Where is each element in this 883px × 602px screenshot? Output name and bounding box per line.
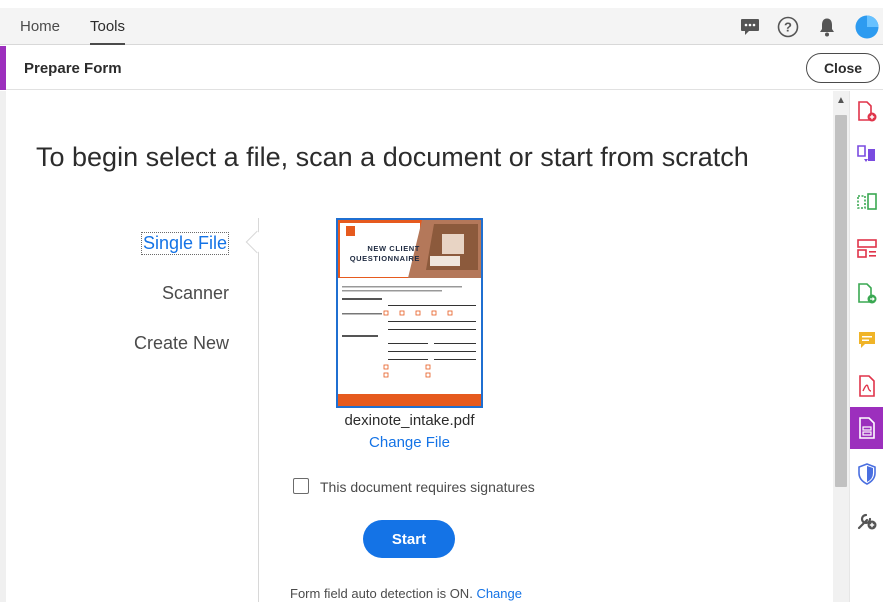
prepare-form-icon[interactable] (850, 407, 883, 449)
auto-detection-text: Form field auto detection is ON. (290, 586, 473, 601)
vertical-scrollbar[interactable]: ▲ (833, 91, 849, 602)
tool-header: Prepare Form Close (0, 46, 883, 90)
tool-title: Prepare Form (24, 60, 122, 77)
auto-detection-note: Form field auto detection is ON. Change (290, 586, 522, 601)
option-create-new[interactable]: Create New (134, 333, 229, 354)
account-avatar[interactable] (855, 15, 879, 39)
file-thumbnail[interactable]: NEW CLIENT QUESTIONNAIRE (336, 218, 483, 408)
thumbnail-heading-line1: NEW CLIENT (367, 244, 420, 253)
scroll-up-arrow-icon[interactable]: ▲ (833, 93, 849, 107)
thumbnail-heading-line2: QUESTIONNAIRE (349, 254, 420, 263)
organize-pages-icon[interactable] (850, 185, 883, 219)
file-name: dexinote_intake.pdf (344, 412, 475, 429)
left-edge-strip (0, 91, 6, 602)
tool-accent-bar (0, 46, 6, 90)
page-headline: To begin select a file, scan a document … (36, 142, 749, 172)
tools-rail (849, 91, 883, 602)
more-tools-icon[interactable] (850, 503, 883, 537)
create-pdf-icon[interactable] (850, 95, 883, 129)
signatures-label: This document requires signatures (320, 479, 535, 495)
top-nav-bar: Home Tools ? (0, 8, 883, 45)
help-icon[interactable]: ? (776, 15, 800, 39)
export-pdf-icon[interactable] (850, 277, 883, 311)
option-scanner[interactable]: Scanner (162, 283, 229, 304)
tab-home[interactable]: Home (20, 18, 60, 35)
adobe-pdf-icon[interactable] (850, 369, 883, 403)
acrobat-window: Home Tools ? Prepare Form Close To begin… (0, 0, 883, 602)
thumbnail-heading: NEW CLIENT QUESTIONNAIRE (344, 244, 420, 264)
change-file-link[interactable]: Change File (336, 434, 483, 451)
protect-icon[interactable] (850, 457, 883, 491)
combine-files-icon[interactable] (850, 137, 883, 171)
option-single-file[interactable]: Single File (140, 232, 229, 255)
selection-notch (245, 230, 269, 254)
signatures-checkbox[interactable] (293, 478, 309, 494)
notifications-icon[interactable] (815, 15, 839, 39)
options-divider (258, 218, 259, 602)
svg-text:?: ? (784, 20, 792, 35)
auto-detection-change-link[interactable]: Change (476, 586, 522, 601)
chat-icon[interactable] (738, 15, 762, 39)
start-button[interactable]: Start (363, 520, 455, 558)
comment-icon[interactable] (850, 323, 883, 357)
scrollbar-thumb[interactable] (835, 115, 847, 487)
edit-pdf-icon[interactable] (850, 231, 883, 265)
tab-tools[interactable]: Tools (90, 18, 126, 45)
main-panel: To begin select a file, scan a document … (0, 91, 833, 602)
close-button[interactable]: Close (806, 53, 880, 83)
